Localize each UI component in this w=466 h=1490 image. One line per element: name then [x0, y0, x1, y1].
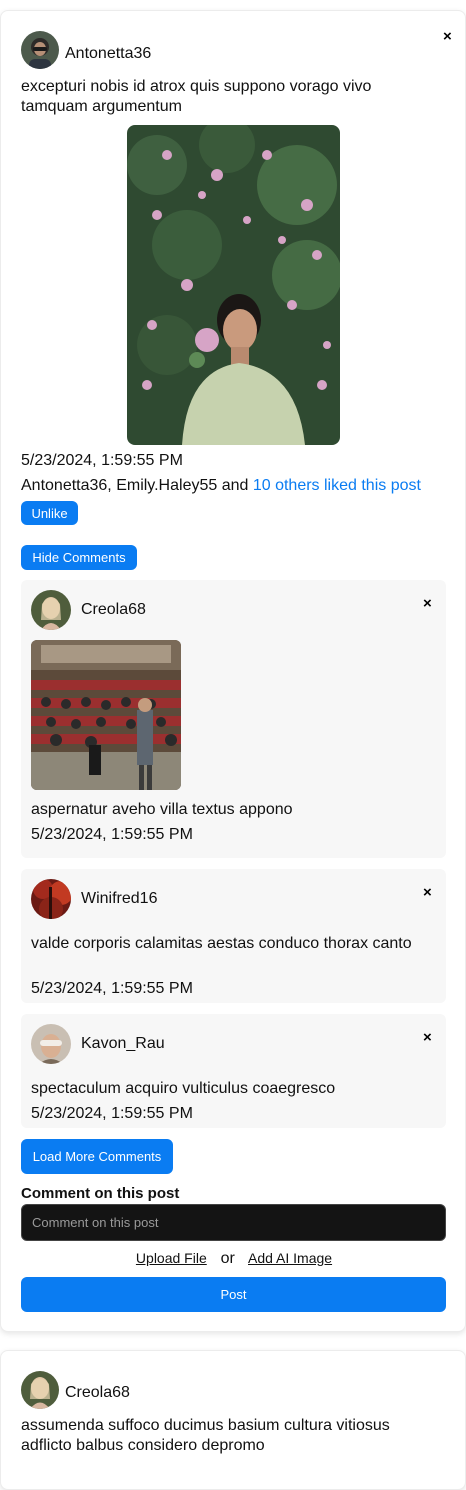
- post-timestamp: 5/23/2024, 1:59:55 PM: [21, 452, 183, 469]
- author-avatar[interactable]: [21, 1371, 59, 1409]
- post-image: [127, 125, 340, 445]
- comment-timestamp: 5/23/2024, 1:59:55 PM: [31, 980, 193, 997]
- likes-summary: Antonetta36, Emily.Haley55 and 10 others…: [21, 476, 421, 496]
- comment-avatar[interactable]: [31, 1024, 71, 1064]
- load-more-comments-button[interactable]: Load More Comments: [21, 1139, 173, 1174]
- post-text: assumenda suffoco ducimus basium cultura…: [21, 1417, 390, 1454]
- comment-form-heading: Comment on this post: [21, 1185, 180, 1202]
- upload-file-link[interactable]: Upload File: [136, 1250, 207, 1266]
- author-avatar[interactable]: [21, 31, 59, 69]
- comment-item: Kavon_Rau × spectaculum acquiro vulticul…: [21, 1014, 446, 1128]
- comment-text: valde corporis calamitas aestas conduco …: [31, 935, 412, 952]
- add-ai-image-link[interactable]: Add AI Image: [248, 1250, 332, 1266]
- comment-item: Winifred16 × valde corporis calamitas ae…: [21, 869, 446, 1003]
- close-icon[interactable]: ×: [443, 29, 452, 44]
- post-text: excepturi nobis id atrox quis suppono vo…: [21, 78, 372, 115]
- comment-avatar[interactable]: [31, 590, 71, 630]
- author-name[interactable]: Creola68: [65, 1384, 130, 1402]
- post-comment-button[interactable]: Post: [21, 1277, 446, 1312]
- comment-author[interactable]: Winifred16: [81, 890, 157, 908]
- comment-author[interactable]: Creola68: [81, 601, 146, 619]
- unlike-button[interactable]: Unlike: [21, 501, 78, 525]
- comment-avatar[interactable]: [31, 879, 71, 919]
- likes-names: Antonetta36, Emily.Haley55 and: [21, 477, 253, 494]
- attachment-options: Upload File or Add AI Image: [1, 1250, 466, 1268]
- post-card: Creola68 assumenda suffoco ducimus basiu…: [0, 1350, 466, 1490]
- comment-timestamp: 5/23/2024, 1:59:55 PM: [31, 1105, 193, 1122]
- comment-image: [31, 640, 181, 790]
- comment-author[interactable]: Kavon_Rau: [81, 1035, 165, 1053]
- close-icon[interactable]: ×: [423, 1030, 432, 1045]
- author-name[interactable]: Antonetta36: [65, 45, 151, 63]
- post-card: Antonetta36 × excepturi nobis id atrox q…: [0, 10, 466, 1332]
- comment-text: aspernatur aveho villa textus appono: [31, 801, 293, 818]
- comment-input[interactable]: [21, 1204, 446, 1241]
- comment-timestamp: 5/23/2024, 1:59:55 PM: [31, 826, 193, 843]
- comment-item: Creola68 × aspernatur aveho villa textus…: [21, 580, 446, 858]
- or-separator: or: [220, 1250, 235, 1267]
- comment-text: spectaculum acquiro vulticulus coaegresc…: [31, 1080, 336, 1097]
- hide-comments-button[interactable]: Hide Comments: [21, 545, 137, 570]
- close-icon[interactable]: ×: [423, 885, 432, 900]
- likes-others-link[interactable]: 10 others liked this post: [253, 477, 421, 494]
- close-icon[interactable]: ×: [423, 596, 432, 611]
